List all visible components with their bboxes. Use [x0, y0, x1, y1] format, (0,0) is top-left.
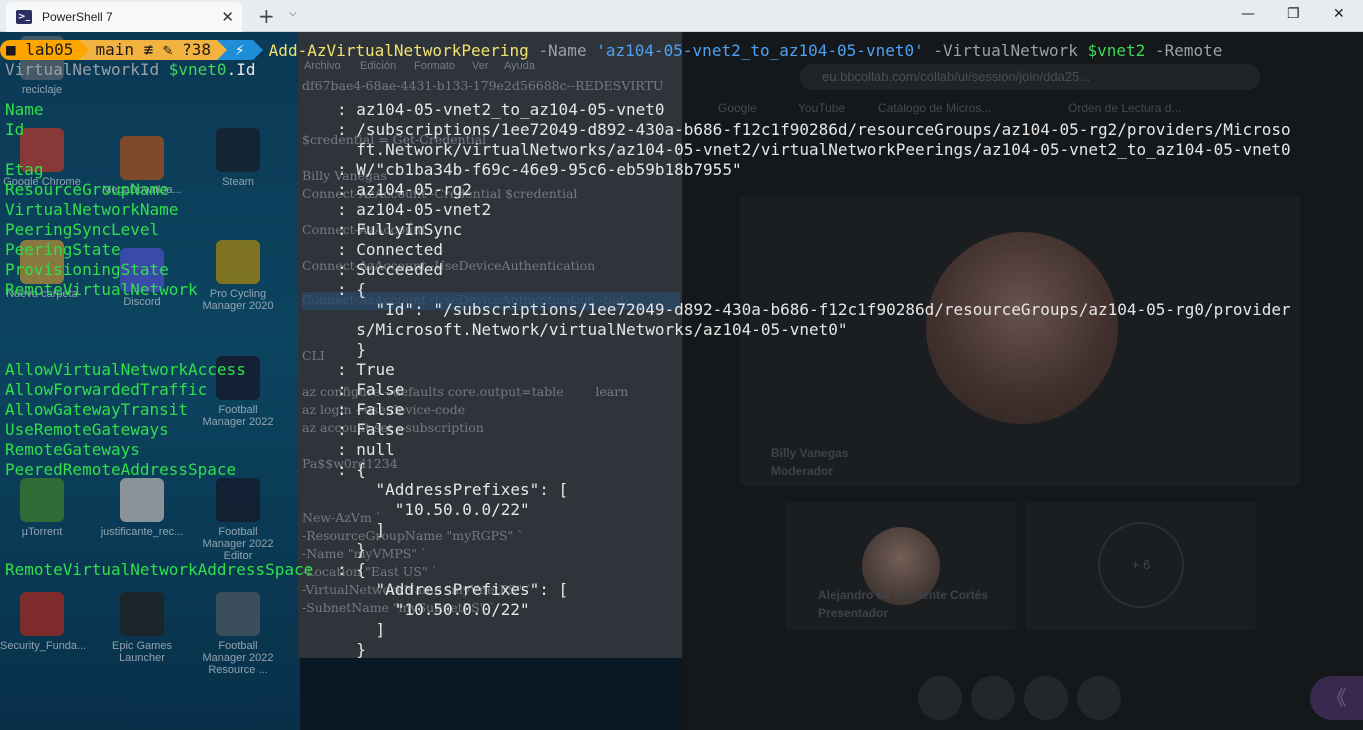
- output-value: : {: [337, 460, 366, 479]
- new-tab-button[interactable]: +: [258, 4, 275, 28]
- output-value: ]: [337, 520, 386, 539]
- prompt-separator-icon: [217, 40, 228, 60]
- output-label: AllowForwardedTraffic: [5, 380, 208, 399]
- output-value: : False: [337, 380, 405, 399]
- powershell-icon: >_: [16, 10, 32, 24]
- name-value: 'az104-05-vnet2_to_az104-05-vnet0': [596, 40, 924, 60]
- output-value: : /subscriptions/1ee72049-d892-430a-b686…: [337, 120, 1291, 139]
- output-value: ft.Network/virtualNetworks/az104-05-vnet…: [337, 140, 1291, 159]
- output-value: : FullyInSync: [337, 220, 463, 239]
- param-remote: -Remote: [1154, 40, 1223, 60]
- output-label: RemoteGateways: [5, 440, 140, 459]
- output-value: ]: [337, 620, 386, 639]
- output-label: Etag: [5, 160, 44, 179]
- param-virtual-network: -VirtualNetwork: [933, 40, 1078, 60]
- output-value: }: [337, 340, 366, 359]
- prompt-directory: ■ lab05: [0, 40, 80, 60]
- output-value: : W/"cb1ba34b-f69c-46e9-95c6-eb59b18b795…: [337, 160, 742, 179]
- output-value: }: [337, 640, 366, 659]
- output-label: Name: [5, 100, 44, 119]
- command-name: Add-AzVirtualNetworkPeering: [268, 40, 529, 60]
- output-label: PeeringState: [5, 240, 121, 259]
- output-value: s/Microsoft.Network/virtualNetworks/az10…: [337, 320, 848, 339]
- output-value: : Succeeded: [337, 260, 443, 279]
- output-value: "Id": "/subscriptions/1ee72049-d892-430a…: [337, 300, 1291, 319]
- output-label: Id: [5, 120, 25, 139]
- output-value: : Connected: [337, 240, 443, 259]
- output-value: }: [337, 540, 366, 559]
- close-button[interactable]: ✕: [1333, 6, 1345, 22]
- output-value: : {: [337, 560, 366, 579]
- tab-dropdown-icon[interactable]: ⌵: [289, 8, 297, 19]
- minimize-button[interactable]: —: [1241, 6, 1255, 22]
- tab-close-icon[interactable]: ✕: [221, 8, 234, 26]
- output-label: AllowGatewayTransit: [5, 400, 189, 419]
- output-value: : True: [337, 360, 395, 379]
- output-value: : az104-05-rg2: [337, 180, 472, 199]
- output-value: : False: [337, 420, 405, 439]
- vnet-variable: $vnet2: [1087, 40, 1146, 60]
- prompt-separator-icon: [79, 40, 90, 60]
- output-value: : null: [337, 440, 395, 459]
- output-value: : az104-05-vnet2_to_az104-05-vnet0: [337, 100, 665, 119]
- output-value: "10.50.0.0/22": [337, 500, 530, 519]
- output-value: "AddressPrefixes": [: [337, 580, 569, 599]
- prompt-separator-icon: [252, 40, 263, 60]
- prompt-git-status: main ≢ ✎ ?38: [89, 40, 218, 60]
- command-continuation: VirtualNetworkId $vnet0.Id: [5, 60, 256, 79]
- output-label: ProvisioningState: [5, 260, 169, 279]
- output-value: : {: [337, 280, 366, 299]
- tab-title: PowerShell 7: [42, 10, 113, 24]
- output-value: "AddressPrefixes": [: [337, 480, 569, 499]
- tab-powershell[interactable]: >_ PowerShell 7 ✕: [6, 2, 242, 32]
- output-label: VirtualNetworkName: [5, 200, 179, 219]
- lightning-icon: ⚡: [227, 40, 253, 60]
- output-label: RemoteVirtualNetworkAddressSpace: [5, 560, 314, 579]
- output-value: : False: [337, 400, 405, 419]
- output-label: PeeringSyncLevel: [5, 220, 160, 239]
- output-label: PeeredRemoteAddressSpace: [5, 460, 237, 479]
- output-value: : az104-05-vnet2: [337, 200, 492, 219]
- output-label: ResourceGroupName: [5, 180, 169, 199]
- shell-prompt: ■ lab05 main ≢ ✎ ?38 ⚡ Add-AzVirtualNetw…: [0, 40, 1222, 60]
- title-bar: >_ PowerShell 7 ✕ + ⌵ — ❐ ✕: [0, 0, 1363, 32]
- param-name: -Name: [538, 40, 587, 60]
- output-label: RemoteVirtualNetwork: [5, 280, 198, 299]
- output-label: AllowVirtualNetworkAccess: [5, 360, 246, 379]
- output-label: UseRemoteGateways: [5, 420, 169, 439]
- restore-button[interactable]: ❐: [1287, 6, 1300, 22]
- output-value: "10.50.0.0/22": [337, 600, 530, 619]
